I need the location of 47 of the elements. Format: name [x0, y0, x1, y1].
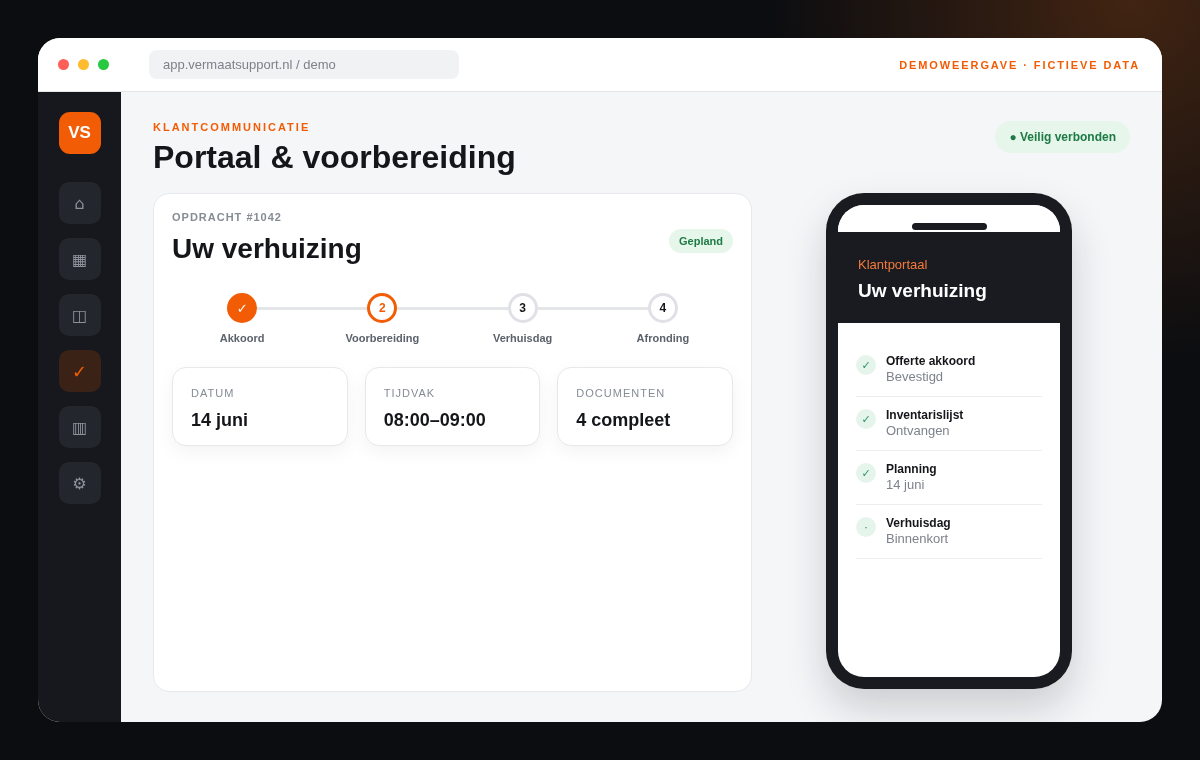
settings-nav-button[interactable]: ⚙ — [58, 462, 101, 504]
task-title: Inventarislijst — [886, 408, 964, 423]
task-status: Bevestigd — [886, 369, 944, 385]
task-status: 14 juni — [886, 477, 925, 493]
info-value: 08:00–09:00 — [383, 409, 486, 431]
task-title: Verhuisdag — [886, 516, 951, 531]
logo: VS — [58, 112, 101, 154]
check-nav-button[interactable]: ✓ — [58, 350, 101, 392]
address-field[interactable]: app.vermaatsupport.nl / demo — [149, 50, 459, 79]
info-label: DATUM — [191, 386, 235, 400]
info-value: 14 juni — [191, 409, 248, 431]
status-indicator: ✓ — [856, 409, 876, 429]
info-label: TIJDVAK — [383, 386, 436, 400]
info-label: DOCUMENTEN — [576, 386, 666, 400]
section-label: KLANTCOMMUNICATIE — [153, 120, 311, 134]
task-status: Binnenkort — [886, 531, 949, 547]
task-title: Planning — [886, 462, 937, 477]
portal-title: Uw verhuizing — [858, 279, 987, 303]
status-badge: Gepland — [669, 229, 733, 253]
columns-nav-button[interactable]: ◫ — [58, 294, 101, 336]
card-title: Uw verhuizing — [172, 232, 362, 266]
grid-nav-button[interactable]: ▦ — [58, 238, 101, 280]
task-status: Ontvangen — [886, 423, 950, 439]
status-indicator: ✓ — [856, 355, 876, 375]
order-number: OPDRACHT #1042 — [172, 210, 282, 224]
info-value: 4 compleet — [576, 409, 671, 431]
portal-label: Klantportaal — [858, 257, 928, 273]
close-dot-icon[interactable] — [58, 59, 69, 70]
step-label: Verhuisdag — [492, 331, 553, 345]
list-nav-button[interactable]: ▥ — [58, 406, 101, 448]
task-title: Offerte akkoord — [886, 354, 976, 369]
status-indicator: ✓ — [856, 463, 876, 483]
speaker-slot-icon — [911, 223, 987, 230]
step-label: Afronding — [636, 331, 690, 345]
step-indicator: 2 — [367, 293, 398, 323]
step-indicator: 3 — [507, 293, 538, 323]
page-title: Portaal & voorbereiding — [153, 138, 516, 176]
status-indicator: · — [856, 517, 876, 537]
connection-status: ● Veilig verbonden — [995, 121, 1130, 153]
home-nav-button[interactable]: ⌂ — [58, 182, 101, 224]
demo-notice: DEMOWEERGAVE · FICTIEVE DATA — [899, 58, 1140, 71]
minimize-dot-icon[interactable] — [78, 59, 89, 70]
step-indicator: 4 — [647, 293, 678, 323]
step-indicator: ✓ — [227, 293, 258, 323]
maximize-dot-icon[interactable] — [98, 59, 109, 70]
step-label: Voorbereiding — [345, 331, 420, 345]
step-label: Akkoord — [219, 331, 265, 345]
